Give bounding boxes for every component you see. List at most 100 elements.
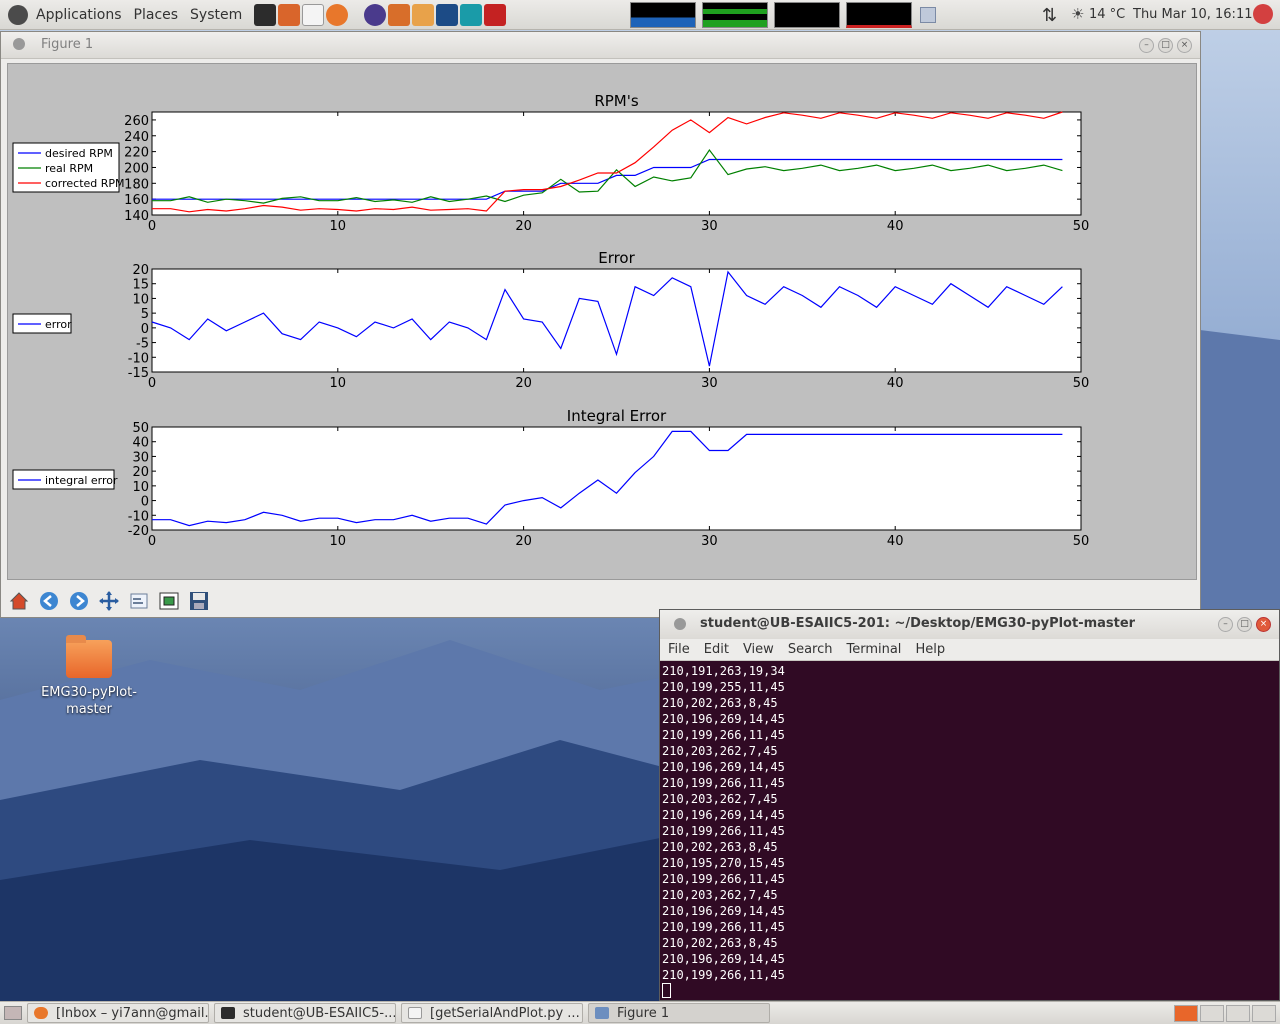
close-button[interactable]: × (1256, 617, 1271, 632)
task-terminal[interactable]: student@UB-ESAIIC5-... (214, 1003, 396, 1023)
plot-area (151, 426, 1082, 531)
configure-subplots-icon[interactable] (125, 588, 153, 614)
task-label: [getSerialAndPlot.py ... (430, 1005, 580, 1021)
system-monitor-cpu[interactable] (630, 2, 696, 28)
desktop-folder-item[interactable]: EMG30-pyPlot-master (36, 635, 142, 718)
task-label: [Inbox – yi7ann@gmail... (56, 1005, 209, 1021)
terminal-line: 210,203,262,7,45 (662, 744, 778, 758)
y-tick-label: 260 (124, 114, 149, 129)
eclipse-icon[interactable] (364, 3, 387, 26)
task-firefox[interactable]: [Inbox – yi7ann@gmail... (27, 1003, 209, 1023)
terminal-line: 210,202,263,8,45 (662, 840, 778, 854)
firefox-icon[interactable] (326, 3, 349, 26)
home-icon[interactable] (5, 588, 33, 614)
zoom-icon[interactable] (155, 588, 183, 614)
show-desktop-icon[interactable] (4, 1006, 22, 1020)
terminal-line: 210,199,266,11,45 (662, 728, 785, 742)
x-tick-label: 50 (1073, 219, 1090, 234)
screenshot-applet-icon[interactable] (920, 7, 936, 23)
y-tick-label: 5 (141, 307, 149, 322)
x-tick-label: 20 (515, 376, 532, 391)
menu-file[interactable]: File (668, 642, 690, 657)
ubuntu-logo-icon[interactable] (8, 4, 28, 25)
x-tick-label: 50 (1073, 376, 1090, 391)
menu-edit[interactable]: Edit (704, 642, 729, 657)
minimize-button[interactable]: – (1218, 617, 1233, 632)
y-tick-label: 15 (132, 278, 149, 293)
system-monitor-network[interactable] (774, 2, 840, 28)
matlab-icon[interactable] (388, 3, 411, 26)
x-tick-label: 10 (330, 219, 347, 234)
system-monitor-load[interactable] (846, 2, 912, 28)
menu-places[interactable]: Places (134, 7, 179, 23)
y-tick-label: 20 (132, 465, 149, 480)
terminal-title: student@UB-ESAIIC5-201: ~/Desktop/EMG30-… (700, 616, 1136, 631)
arduino-icon[interactable] (460, 3, 483, 26)
y-tick-label: -10 (128, 509, 149, 524)
chart-2: Integral Error0 10 20 30 40 50-20-10010203040… (12, 407, 1089, 549)
save-icon[interactable] (185, 588, 213, 614)
y-tick-label: 0 (141, 495, 149, 510)
workspace-4[interactable] (1252, 1005, 1276, 1022)
menu-view[interactable]: View (743, 642, 774, 657)
back-icon[interactable] (35, 588, 63, 614)
terminal-line: 210,199,266,11,45 (662, 920, 785, 934)
terminal-line: 210,203,262,7,45 (662, 792, 778, 806)
x-tick-label: 30 (701, 534, 718, 549)
x-tick-label: 30 (701, 376, 718, 391)
maximize-button[interactable]: □ (1237, 617, 1252, 632)
y-tick-label: 10 (132, 292, 149, 307)
task-figure[interactable]: Figure 1 (588, 1003, 770, 1023)
y-tick-label: 30 (132, 450, 149, 465)
x-tick-label: 30 (701, 219, 718, 234)
window-icon (595, 1007, 609, 1019)
system-monitor-memory[interactable] (702, 2, 768, 28)
home-folder-icon[interactable] (278, 3, 301, 26)
inkscape-icon[interactable] (412, 3, 435, 26)
chart-title: Error (598, 249, 635, 267)
power-icon[interactable] (1253, 4, 1273, 24)
menu-applications[interactable]: Applications (36, 7, 122, 23)
weather-icon[interactable]: ☀ (1071, 5, 1084, 23)
task-label: student@UB-ESAIIC5-... (243, 1005, 396, 1021)
y-tick-label: -15 (128, 366, 149, 381)
x-tick-label: 0 (148, 376, 156, 391)
task-text-editor[interactable]: [getSerialAndPlot.py ... (401, 1003, 583, 1023)
minimize-button[interactable]: – (1139, 38, 1154, 53)
workspace-3[interactable] (1226, 1005, 1250, 1022)
menu-search[interactable]: Search (788, 642, 833, 657)
terminal-line: 210,199,266,11,45 (662, 968, 785, 982)
terminal-line: 210,196,269,14,45 (662, 808, 785, 822)
window-menu-icon[interactable] (674, 618, 686, 630)
workspace-2[interactable] (1200, 1005, 1224, 1022)
plot-canvas[interactable]: RPM's0 10 20 30 40 50140160180200220240260des… (7, 63, 1197, 580)
terminal-icon[interactable] (254, 3, 277, 26)
menu-terminal[interactable]: Terminal (846, 642, 901, 657)
desktop-folder-label: EMG30-pyPlot-master (41, 685, 137, 717)
legend-label: error (45, 318, 72, 331)
figure-window: Figure 1 – □ × RPM's 0 10 20 30 40 50 140 160 180… (0, 31, 1201, 618)
y-tick-label: 40 (132, 436, 149, 451)
menu-help[interactable]: Help (915, 642, 945, 657)
weather-temperature[interactable]: 14 °C (1089, 7, 1125, 22)
menu-system[interactable]: System (190, 7, 242, 23)
y-tick-label: -5 (136, 337, 149, 352)
network-updown-icon[interactable]: ⇅ (1042, 5, 1057, 26)
window-menu-icon[interactable] (13, 38, 25, 50)
text-editor-icon[interactable] (302, 3, 325, 26)
top-panel: Applications Places System ⇅ ☀ 14 °C Thu… (0, 0, 1280, 30)
workspace-1[interactable] (1174, 1005, 1198, 1022)
maximize-button[interactable]: □ (1158, 38, 1173, 53)
terminal-cursor (662, 983, 671, 998)
x-tick-label: 0 (148, 534, 156, 549)
pan-icon[interactable] (95, 588, 123, 614)
figure-titlebar[interactable]: Figure 1 – □ × (1, 32, 1200, 59)
forward-icon[interactable] (65, 588, 93, 614)
app-red-icon[interactable] (484, 3, 507, 26)
terminal-titlebar[interactable]: student@UB-ESAIIC5-201: ~/Desktop/EMG30-… (660, 610, 1279, 639)
close-button[interactable]: × (1177, 38, 1192, 53)
x-tick-label: 0 (148, 219, 156, 234)
processing-icon[interactable] (436, 3, 459, 26)
y-tick-label: 20 (132, 263, 149, 278)
terminal-output[interactable]: 210,191,263,19,34 210,199,255,11,45 210,20… (660, 661, 1279, 999)
